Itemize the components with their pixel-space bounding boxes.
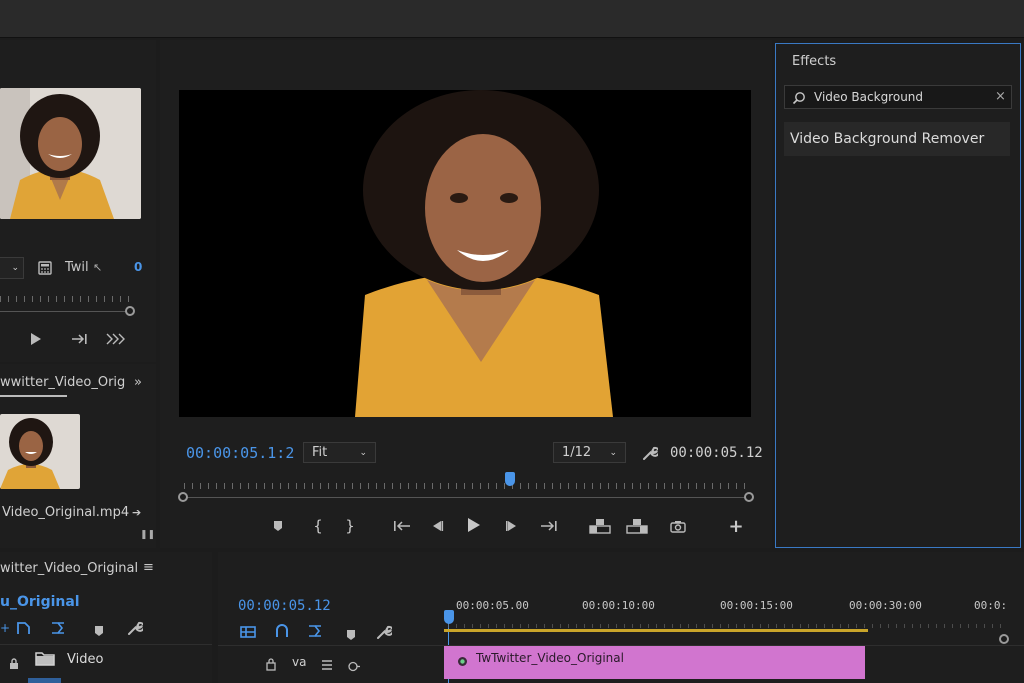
- effects-search-box[interactable]: Video Background ×: [784, 85, 1012, 109]
- source-ruler: [0, 296, 132, 302]
- playhead-marker[interactable]: [505, 472, 515, 486]
- bin-label[interactable]: Video: [67, 652, 103, 667]
- duration-timecode: 00:00:05.12: [670, 445, 763, 461]
- effects-panel: Effects Video Background × Video Backgro…: [775, 43, 1021, 548]
- cursor-icon: ↖: [93, 261, 103, 274]
- fast-forward-icon[interactable]: [104, 330, 128, 348]
- mark-in-icon[interactable]: {: [310, 517, 326, 535]
- video-clip[interactable]: TwTwitter_Video_Original: [444, 646, 865, 679]
- camera-icon[interactable]: [668, 517, 688, 535]
- search-icon: [792, 90, 806, 109]
- ruler-label-4: 00:00:30:00: [849, 599, 922, 612]
- header-underline: [0, 395, 67, 397]
- folder-icon[interactable]: [35, 650, 55, 670]
- subject-person-image: [179, 90, 751, 417]
- effect-result-label: Video Background Remover: [790, 131, 985, 147]
- step-forward-icon[interactable]: [70, 330, 90, 348]
- chevron-down-icon: ⌄: [359, 447, 367, 458]
- step-back-icon[interactable]: [427, 517, 447, 535]
- play-button[interactable]: [26, 330, 44, 348]
- extract-icon[interactable]: [625, 516, 649, 536]
- effects-title: Effects: [792, 54, 837, 69]
- effects-search-input[interactable]: Video Background: [814, 90, 923, 104]
- ruler-label-1: 00:00:05.00: [456, 599, 529, 612]
- sequence-label[interactable]: u_Original: [0, 594, 80, 610]
- wrench-icon[interactable]: [640, 443, 660, 463]
- timeline-playhead[interactable]: [444, 610, 454, 624]
- timeline-panel: 00:00:05.12 00:00:05.00 00:00:10:00 00:0…: [218, 552, 1024, 683]
- snap-icon[interactable]: [240, 624, 256, 643]
- source-label: Twil: [65, 260, 89, 275]
- project-panel: witter_Video_Original ≡ u_Original + Vid…: [0, 552, 212, 683]
- ruler-label-5: 00:0:: [974, 599, 1008, 612]
- project-bin-panel: wwitter_Video_Origin » Video_Original.mp…: [0, 364, 156, 548]
- add-marker-icon[interactable]: [270, 517, 286, 535]
- chevron-down-icon: ⌄: [11, 263, 19, 273]
- timeline-zoom-handle[interactable]: [999, 634, 1009, 644]
- program-monitor-panel: 00:00:05.1:2 Fit ⌄ 1/12 ⌄ 00:00:05.12 { …: [160, 40, 772, 548]
- track-eye-icon[interactable]: [347, 657, 361, 676]
- track-lock-icon[interactable]: [266, 656, 278, 675]
- expand-chevrons-icon[interactable]: »: [134, 375, 142, 390]
- source-scrub-track[interactable]: [0, 311, 128, 312]
- add-edit-icon[interactable]: [307, 623, 325, 642]
- playhead-timecode[interactable]: 00:00:05.1:2: [186, 444, 294, 462]
- scrub-start-handle[interactable]: [178, 492, 188, 502]
- fit-dropdown[interactable]: Fit ⌄: [303, 442, 376, 463]
- project-row-divider: [0, 644, 212, 645]
- program-video-frame[interactable]: [179, 90, 751, 417]
- clip-fx-badge-icon: [457, 652, 468, 671]
- ruler-label-2: 00:00:10:00: [582, 599, 655, 612]
- resize-grip-icon[interactable]: ❚❚: [140, 530, 155, 540]
- calculator-icon[interactable]: [36, 259, 54, 277]
- step-forward-icon[interactable]: [502, 517, 522, 535]
- pin-icon[interactable]: ➔: [132, 506, 141, 519]
- wrench-icon[interactable]: [127, 620, 145, 640]
- source-panel: ⌄ Twil ↖ 0: [0, 40, 156, 362]
- selected-row-indicator: [28, 678, 61, 683]
- timeline-marker-icon[interactable]: [346, 626, 356, 645]
- resolution-dropdown[interactable]: 1/12 ⌄: [553, 442, 626, 463]
- clear-search-icon[interactable]: ×: [995, 89, 1006, 104]
- lock-icon[interactable]: [9, 655, 19, 674]
- track-label[interactable]: va: [292, 655, 306, 669]
- source-value: 0: [134, 260, 143, 274]
- top-bar: [0, 0, 1024, 38]
- project-title: witter_Video_Original: [0, 561, 139, 576]
- clip-name: TwTwitter_Video_Original: [476, 651, 624, 665]
- add-button-icon[interactable]: +: [726, 516, 746, 537]
- program-ruler: [184, 483, 750, 489]
- lift-icon[interactable]: [588, 516, 612, 536]
- tool-select-icon[interactable]: +: [0, 621, 10, 635]
- tool-ripple-icon[interactable]: [16, 620, 32, 639]
- bin-file-label[interactable]: Video_Original.mp4: [2, 505, 129, 520]
- work-area-bar[interactable]: [444, 629, 868, 632]
- marker-icon[interactable]: [94, 622, 104, 641]
- bin-filename-header: wwitter_Video_Origin: [0, 375, 126, 390]
- scrub-end-handle[interactable]: [744, 492, 754, 502]
- program-scrub-track[interactable]: [184, 497, 750, 498]
- timeline-ruler-ticks: [448, 624, 1008, 628]
- ruler-label-3: 00:00:15:00: [720, 599, 793, 612]
- go-to-in-icon[interactable]: [391, 517, 413, 535]
- source-zoom-dropdown[interactable]: ⌄: [0, 257, 24, 279]
- timeline-timecode[interactable]: 00:00:05.12: [238, 598, 331, 614]
- panel-menu-icon[interactable]: ≡: [143, 560, 154, 575]
- mark-out-icon[interactable]: }: [342, 517, 358, 535]
- tool-linked-icon[interactable]: [50, 620, 68, 639]
- linked-selection-icon[interactable]: [274, 623, 290, 642]
- track-list-icon[interactable]: [321, 656, 333, 675]
- go-to-out-icon[interactable]: [538, 517, 560, 535]
- timeline-settings-wrench-icon[interactable]: [376, 624, 394, 644]
- chevron-down-icon: ⌄: [609, 447, 617, 458]
- source-scrub-handle[interactable]: [125, 306, 135, 316]
- resolution-label: 1/12: [562, 445, 592, 460]
- bin-clip-thumbnail[interactable]: [0, 414, 80, 489]
- fit-label: Fit: [312, 445, 328, 460]
- effect-result-item[interactable]: Video Background Remover: [784, 122, 1010, 156]
- source-thumbnail[interactable]: [0, 88, 141, 219]
- program-play-button[interactable]: [463, 515, 483, 535]
